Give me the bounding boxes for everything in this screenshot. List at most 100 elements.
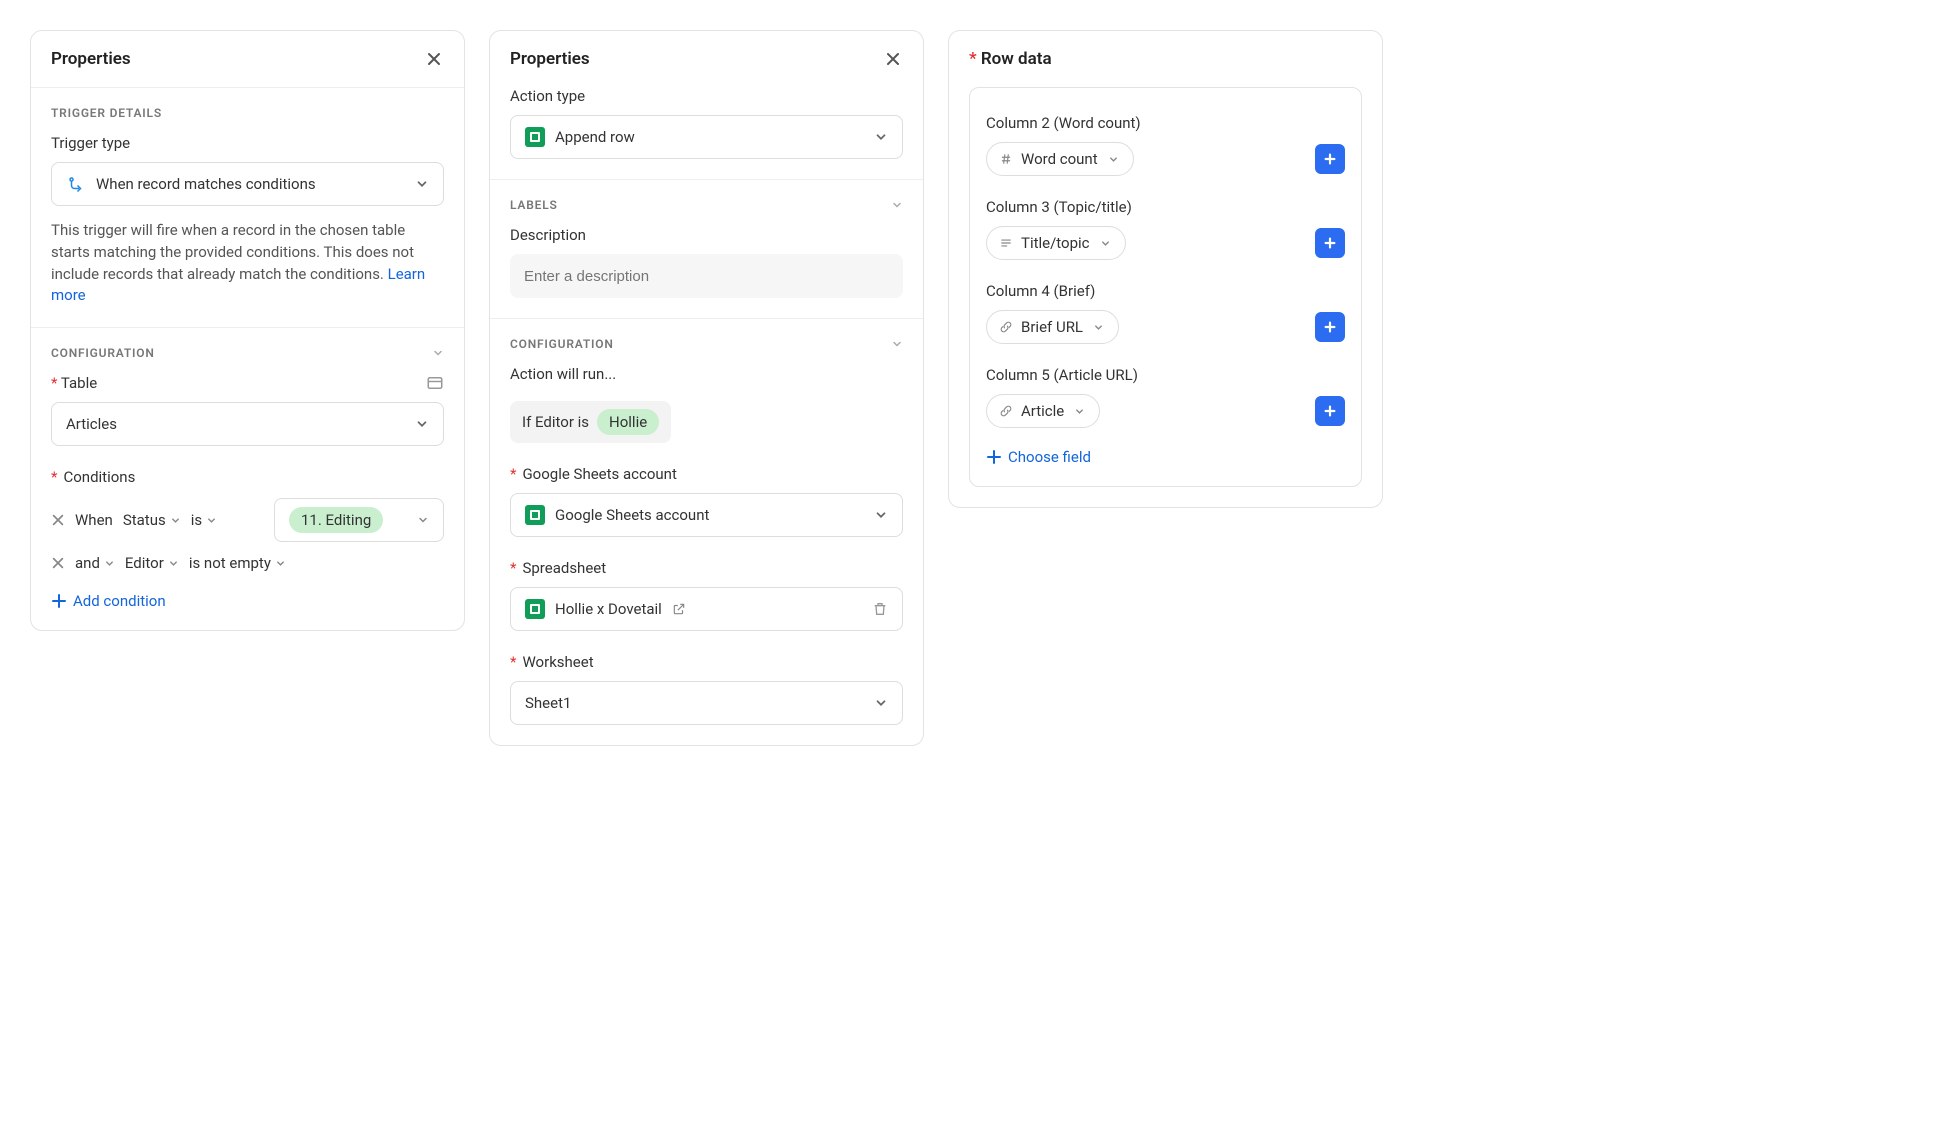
run-condition-chip[interactable]: If Editor is Hollie: [510, 401, 671, 443]
table-value: Articles: [66, 415, 117, 433]
spreadsheet-label: Spreadsheet: [510, 559, 903, 577]
field-token[interactable]: Brief URL: [986, 310, 1119, 344]
spreadsheet-value: Hollie x Dovetail: [555, 600, 662, 618]
row-data-panel: Row data Column 2 (Word count) Word coun…: [948, 30, 1383, 508]
google-sheets-icon: [525, 505, 545, 525]
trigger-type-select[interactable]: When record matches conditions: [51, 162, 444, 206]
worksheet-value: Sheet1: [525, 694, 571, 712]
chevron-down-icon: [874, 508, 888, 522]
action-type-section: Action type Append row: [490, 87, 923, 180]
google-sheets-icon: [525, 127, 545, 147]
action-type-select[interactable]: Append row: [510, 115, 903, 159]
gs-account-value: Google Sheets account: [555, 506, 709, 524]
text-icon: [999, 236, 1013, 250]
chevron-down-icon: [415, 177, 429, 191]
add-token-button[interactable]: [1315, 228, 1345, 258]
close-icon[interactable]: [883, 49, 903, 69]
grid-icon[interactable]: [426, 374, 444, 392]
column-label: Column 4 (Brief): [986, 282, 1345, 300]
section-heading: Configuration: [51, 346, 444, 360]
choose-field-button[interactable]: Choose field: [986, 448, 1345, 466]
column-field: Word count: [986, 142, 1345, 176]
column-field: Article: [986, 394, 1345, 428]
row-data-box: Column 2 (Word count) Word count Column …: [969, 87, 1362, 487]
action-type-label: Action type: [510, 87, 903, 105]
condition-value-select[interactable]: 11. Editing: [274, 498, 444, 542]
number-icon: [999, 152, 1013, 166]
chevron-down-icon: [1108, 154, 1119, 165]
add-token-button[interactable]: [1315, 312, 1345, 342]
remove-condition-icon[interactable]: [51, 556, 65, 570]
section-heading: Configuration: [510, 337, 903, 351]
worksheet-label: Worksheet: [510, 653, 903, 671]
trigger-icon: [66, 174, 86, 194]
trigger-details-section: Trigger Details Trigger type When record…: [31, 88, 464, 328]
add-token-button[interactable]: [1315, 396, 1345, 426]
field-token[interactable]: Title/topic: [986, 226, 1126, 260]
section-heading: Labels: [510, 198, 903, 212]
add-condition-button[interactable]: Add condition: [51, 592, 444, 610]
worksheet-select[interactable]: Sheet1: [510, 681, 903, 725]
link-icon: [999, 404, 1013, 418]
panel-header: Properties: [490, 31, 923, 87]
column-field: Brief URL: [986, 310, 1345, 344]
trigger-help-text: This trigger will fire when a record in …: [51, 220, 444, 307]
conditions-label: Conditions: [51, 468, 444, 486]
column-label: Column 2 (Word count): [986, 114, 1345, 132]
chevron-down-icon[interactable]: [891, 199, 903, 211]
chevron-down-icon: [874, 696, 888, 710]
column-label: Column 5 (Article URL): [986, 366, 1345, 384]
panel-title: Properties: [51, 49, 131, 69]
trigger-type-value: When record matches conditions: [96, 175, 316, 193]
column-field: Title/topic: [986, 226, 1345, 260]
chevron-down-icon: [1100, 238, 1111, 249]
panel-header: Row data: [949, 31, 1382, 73]
condition-op-select[interactable]: is: [191, 511, 217, 529]
external-link-icon[interactable]: [672, 602, 686, 616]
link-icon: [999, 320, 1013, 334]
configuration-section: Configuration Action will run... If Edit…: [490, 319, 923, 745]
trigger-properties-panel: Properties Trigger Details Trigger type …: [30, 30, 465, 631]
field-token[interactable]: Article: [986, 394, 1100, 428]
google-sheets-icon: [525, 599, 545, 619]
description-label: Description: [510, 226, 903, 244]
gs-account-select[interactable]: Google Sheets account: [510, 493, 903, 537]
chevron-down-icon: [1074, 406, 1085, 417]
chevron-down-icon[interactable]: [432, 347, 444, 359]
action-will-run-label: Action will run...: [510, 365, 903, 383]
chevron-down-icon[interactable]: [891, 338, 903, 350]
spreadsheet-select[interactable]: Hollie x Dovetail: [510, 587, 903, 631]
panel-title: Properties: [510, 49, 590, 69]
delete-icon[interactable]: [872, 601, 888, 617]
field-token[interactable]: Word count: [986, 142, 1134, 176]
chevron-down-icon: [874, 130, 888, 144]
description-input[interactable]: [510, 254, 903, 298]
add-token-button[interactable]: [1315, 144, 1345, 174]
table-select[interactable]: Articles: [51, 402, 444, 446]
labels-section: Labels Description: [490, 180, 923, 319]
gs-account-label: Google Sheets account: [510, 465, 903, 483]
condition-conj-select[interactable]: and: [75, 554, 115, 572]
condition-field-select[interactable]: Status: [123, 511, 181, 529]
panel-title: Row data: [969, 49, 1052, 69]
condition-row: When Status is 11. Editing: [51, 498, 444, 542]
chevron-down-icon: [1093, 322, 1104, 333]
panel-header: Properties: [31, 31, 464, 88]
condition-when: When: [75, 511, 113, 529]
remove-condition-icon[interactable]: [51, 513, 65, 527]
condition-field-select[interactable]: Editor: [125, 554, 179, 572]
status-value-chip: 11. Editing: [289, 507, 383, 533]
chevron-down-icon: [415, 417, 429, 431]
column-label: Column 3 (Topic/title): [986, 198, 1345, 216]
chevron-down-icon: [417, 514, 429, 526]
condition-op-select[interactable]: is not empty: [189, 554, 286, 572]
table-label: Table: [51, 374, 444, 392]
configuration-section: Configuration Table Articles Conditions …: [31, 328, 464, 630]
section-heading: Trigger Details: [51, 106, 444, 120]
action-properties-panel: Properties Action type Append row Labels…: [489, 30, 924, 746]
close-icon[interactable]: [424, 49, 444, 69]
condition-row: and Editor is not empty: [51, 554, 444, 572]
action-type-value: Append row: [555, 128, 635, 146]
run-condition-value: Hollie: [597, 409, 659, 435]
trigger-type-label: Trigger type: [51, 134, 444, 152]
